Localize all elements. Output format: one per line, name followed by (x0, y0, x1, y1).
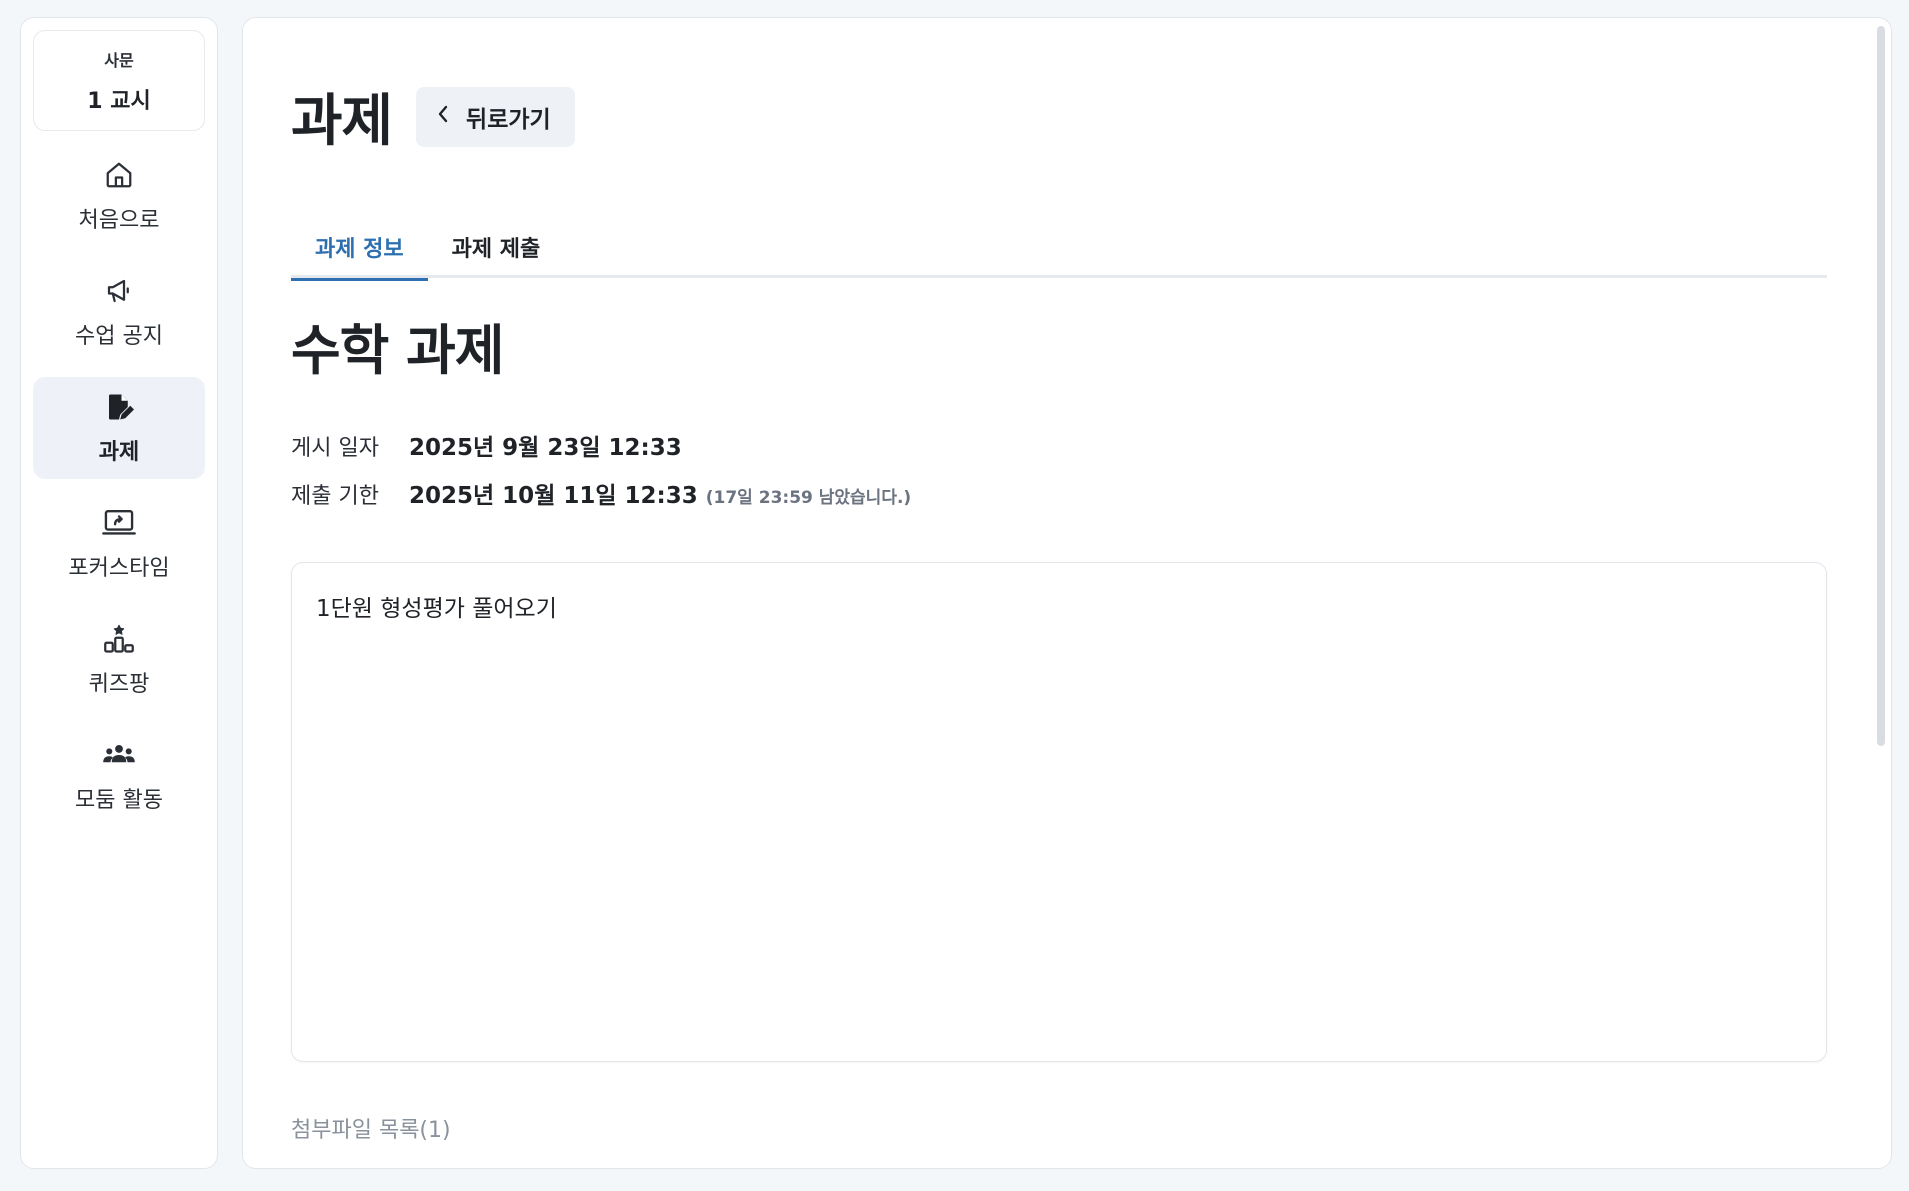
sidebar: 사문 1 교시 처음으로 수업 공지 과제 포커스타임 퀴즈팡 모둠 활동 (20, 17, 218, 1169)
remaining-time: (17일 23:59 남았습니다.) (705, 488, 912, 508)
main-panel: 과제 뒤로가기 과제 정보 과제 제출 수학 과제 게시 일자 2025년 9월… (242, 17, 1892, 1169)
sidebar-item-notices[interactable]: 수업 공지 (33, 261, 205, 363)
chevron-left-icon (434, 103, 452, 130)
edit-note-icon (102, 390, 136, 424)
sidebar-item-assignments[interactable]: 과제 (33, 377, 205, 479)
tab-bar: 과제 정보 과제 제출 (291, 216, 1827, 281)
due-date-value: 2025년 10월 11일 12:33 (409, 483, 698, 509)
assignment-meta: 게시 일자 2025년 9월 23일 12:33 제출 기한 2025년 10월… (291, 428, 911, 524)
page-title: 과제 (291, 89, 393, 154)
posted-date-value: 2025년 9월 23일 12:33 (409, 435, 682, 461)
assignment-title: 수학 과제 (291, 319, 505, 382)
sidebar-item-home[interactable]: 처음으로 (33, 145, 205, 247)
sidebar-item-label: 수업 공지 (75, 324, 163, 349)
sidebar-item-focustime[interactable]: 포커스타임 (33, 493, 205, 595)
sidebar-item-label: 퀴즈팡 (88, 672, 150, 697)
sidebar-item-label: 모둠 활동 (75, 788, 163, 813)
attachment-list[interactable] (291, 1168, 1827, 1169)
class-subject: 사문 (104, 50, 134, 70)
tab-assignment-submit[interactable]: 과제 제출 (428, 216, 565, 278)
sidebar-item-label: 과제 (98, 440, 140, 465)
due-date-label: 제출 기한 (291, 484, 379, 509)
group-icon (102, 738, 136, 772)
sidebar-item-quiz[interactable]: 퀴즈팡 (33, 609, 205, 711)
megaphone-icon (102, 274, 136, 308)
scrollbar[interactable] (1877, 26, 1885, 746)
back-button[interactable]: 뒤로가기 (416, 86, 575, 147)
sidebar-item-label: 포커스타임 (68, 556, 170, 581)
screen-share-icon (102, 506, 136, 540)
class-card[interactable]: 사문 1 교시 (33, 30, 205, 131)
assignment-content: 1단원 형성평가 풀어오기 (316, 596, 557, 622)
sidebar-item-label: 처음으로 (78, 208, 160, 233)
assignment-content-box: 1단원 형성평가 풀어오기 (291, 562, 1827, 1062)
attachments-label: 첨부파일 목록(1) (291, 1118, 451, 1143)
due-date-row: 제출 기한 2025년 10월 11일 12:33 (17일 23:59 남았습… (291, 476, 911, 524)
posted-date-row: 게시 일자 2025년 9월 23일 12:33 (291, 428, 911, 476)
podium-icon (102, 622, 136, 656)
page-header: 과제 뒤로가기 (291, 76, 575, 157)
class-period: 1 교시 (87, 88, 151, 114)
sidebar-item-groups[interactable]: 모둠 활동 (33, 725, 205, 827)
posted-date-label: 게시 일자 (291, 436, 379, 461)
back-button-label: 뒤로가기 (466, 105, 551, 132)
home-icon (102, 158, 136, 192)
tab-assignment-info[interactable]: 과제 정보 (291, 216, 428, 281)
